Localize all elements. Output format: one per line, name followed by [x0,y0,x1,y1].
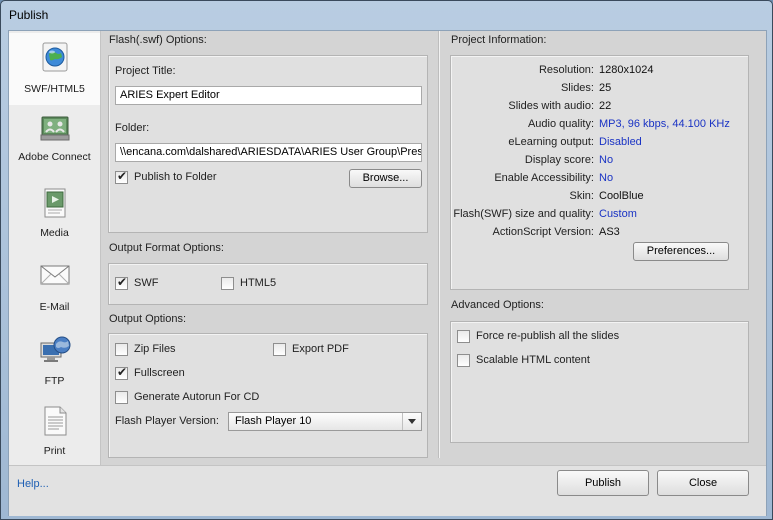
project-info-key: ActionScript Version: [492,226,595,238]
column-divider [438,31,439,458]
publish-to-folder-label: Publish to Folder [134,171,217,183]
project-info-row: Skin: CoolBlue [451,190,741,206]
autorun-label: Generate Autorun For CD [134,391,260,403]
force-republish-label: Force re-publish all the slides [476,330,620,342]
sidebar-item-adobe-connect[interactable]: Adobe Connect [9,107,100,179]
project-info-key: eLearning output: [508,136,594,148]
publish-dialog: Publish SWF/HTML5 Adobe Connect Media E-… [0,0,773,520]
close-button[interactable]: Close [657,470,749,496]
project-info-heading: Project Information: [451,34,547,46]
project-info-row: ActionScript Version: AS3 [451,226,741,242]
sidebar-item-label: Print [43,445,66,457]
project-info-key: Resolution: [538,64,594,76]
flash-player-version-select[interactable]: Flash Player 10 [228,412,422,431]
output-options-heading: Output Options: [109,313,187,325]
sidebar-item-label: E-Mail [39,301,70,313]
sidebar-item-label: Media [40,227,69,239]
publish-button[interactable]: Publish [557,470,649,496]
project-info-key: Audio quality: [527,118,594,130]
scalable-html-checkbox[interactable] [457,354,470,367]
publish-to-folder-checkbox[interactable]: ✔ [115,169,128,184]
project-info-value: 25 [599,82,612,94]
project-info-value: 1280x1024 [599,64,654,76]
project-info-key: Flash(SWF) size and quality: [453,208,594,220]
swf-label: SWF [134,277,159,289]
advanced-options-heading: Advanced Options: [451,299,544,311]
project-info-row: Resolution: 1280x1024 [451,64,741,80]
globe-icon [39,41,71,73]
force-republish-checkbox[interactable] [457,330,470,343]
project-info-value: 22 [599,100,612,112]
project-info-value-link[interactable]: Disabled [599,136,642,148]
flash-options-heading: Flash(.swf) Options: [109,34,207,46]
fullscreen-checkbox[interactable]: ✔ [115,365,128,380]
flash-player-version-label: Flash Player Version: [115,415,219,427]
sidebar-item-email[interactable]: E-Mail [9,255,100,327]
preferences-button[interactable]: Preferences... [633,242,729,261]
sidebar-item-label: FTP [44,375,65,387]
fullscreen-label: Fullscreen [134,367,185,379]
project-info-key: Skin: [569,190,594,202]
check-mark-icon: ✔ [117,365,128,379]
sidebar-item-swf-html5[interactable]: SWF/HTML5 [9,33,100,105]
project-info-key: Slides: [560,82,594,94]
sidebar-item-label: SWF/HTML5 [24,83,85,95]
project-info-value: AS3 [599,226,620,238]
network-globe-icon [39,335,71,367]
export-pdf-checkbox[interactable] [273,343,286,356]
folder-path-input[interactable]: \\encana.com\dalshared\ARIESDATA\ARIES U… [115,143,422,162]
film-document-icon [39,187,71,219]
window-title: Publish [9,8,49,22]
project-info-row: Display score: No [451,154,741,170]
project-info-value-link[interactable]: No [599,154,613,166]
check-mark-icon: ✔ [117,169,128,183]
output-options-panel: Zip Files Export PDF ✔ Fullscreen Genera… [108,333,428,458]
printed-document-icon [39,405,71,437]
output-format-heading: Output Format Options: [109,242,224,254]
project-info-row: Slides with audio: 22 [451,100,741,116]
project-info-key: Display score: [524,154,594,166]
project-info-key: Slides with audio: [508,100,594,112]
dialog-footer: Help... Publish Close [9,465,766,516]
project-info-panel: Resolution: 1280x1024 Slides: 25 Slides with… [450,55,749,290]
dialog-body: SWF/HTML5 Adobe Connect Media E-Mail FTP… [8,30,767,516]
project-info-key: Enable Accessibility: [494,172,594,184]
scalable-html-label: Scalable HTML content [476,354,590,366]
flash-options-panel: Project Title: ARIES Expert Editor Folde… [108,55,428,233]
project-info-value: CoolBlue [599,190,644,202]
flash-player-version-value: Flash Player 10 [235,415,312,427]
folder-label: Folder: [115,122,150,134]
project-info-value-link[interactable]: Custom [599,208,637,220]
project-info-value-link[interactable]: MP3, 96 kbps, 44.100 KHz [599,118,730,130]
advanced-options-panel: Force re-publish all the slides Scalable… [450,321,749,443]
project-info-row: eLearning output: Disabled [451,136,741,152]
project-title-input[interactable]: ARIES Expert Editor [115,86,422,105]
zip-files-label: Zip Files [134,343,176,355]
sidebar-item-label: Adobe Connect [18,151,91,163]
project-title-label: Project Title: [115,65,176,77]
project-info-row: Slides: 25 [451,82,741,98]
html5-label: HTML5 [240,277,277,289]
zip-files-checkbox[interactable] [115,343,128,356]
sidebar-item-media[interactable]: Media [9,181,100,253]
output-format-panel: ✔ SWF HTML5 [108,263,428,305]
browse-button[interactable]: Browse... [349,169,422,188]
project-info-row: Audio quality: MP3, 96 kbps, 44.100 KHz [451,118,741,134]
sidebar-item-ftp[interactable]: FTP [9,329,100,401]
check-mark-icon: ✔ [117,275,128,289]
title-bar[interactable]: Publish [1,1,772,29]
project-info-row: Enable Accessibility: No [451,172,741,188]
chevron-down-icon[interactable] [402,413,421,430]
envelope-icon [39,259,71,291]
publish-target-sidebar: SWF/HTML5 Adobe Connect Media E-Mail FTP… [9,31,101,465]
html5-checkbox[interactable] [221,277,234,290]
swf-checkbox[interactable]: ✔ [115,275,128,290]
project-info-value-link[interactable]: No [599,172,613,184]
adobe-connect-icon [39,113,71,145]
project-info-row: Flash(SWF) size and quality: Custom [451,208,741,224]
export-pdf-label: Export PDF [292,343,349,355]
autorun-checkbox[interactable] [115,391,128,404]
help-link[interactable]: Help... [17,478,49,490]
